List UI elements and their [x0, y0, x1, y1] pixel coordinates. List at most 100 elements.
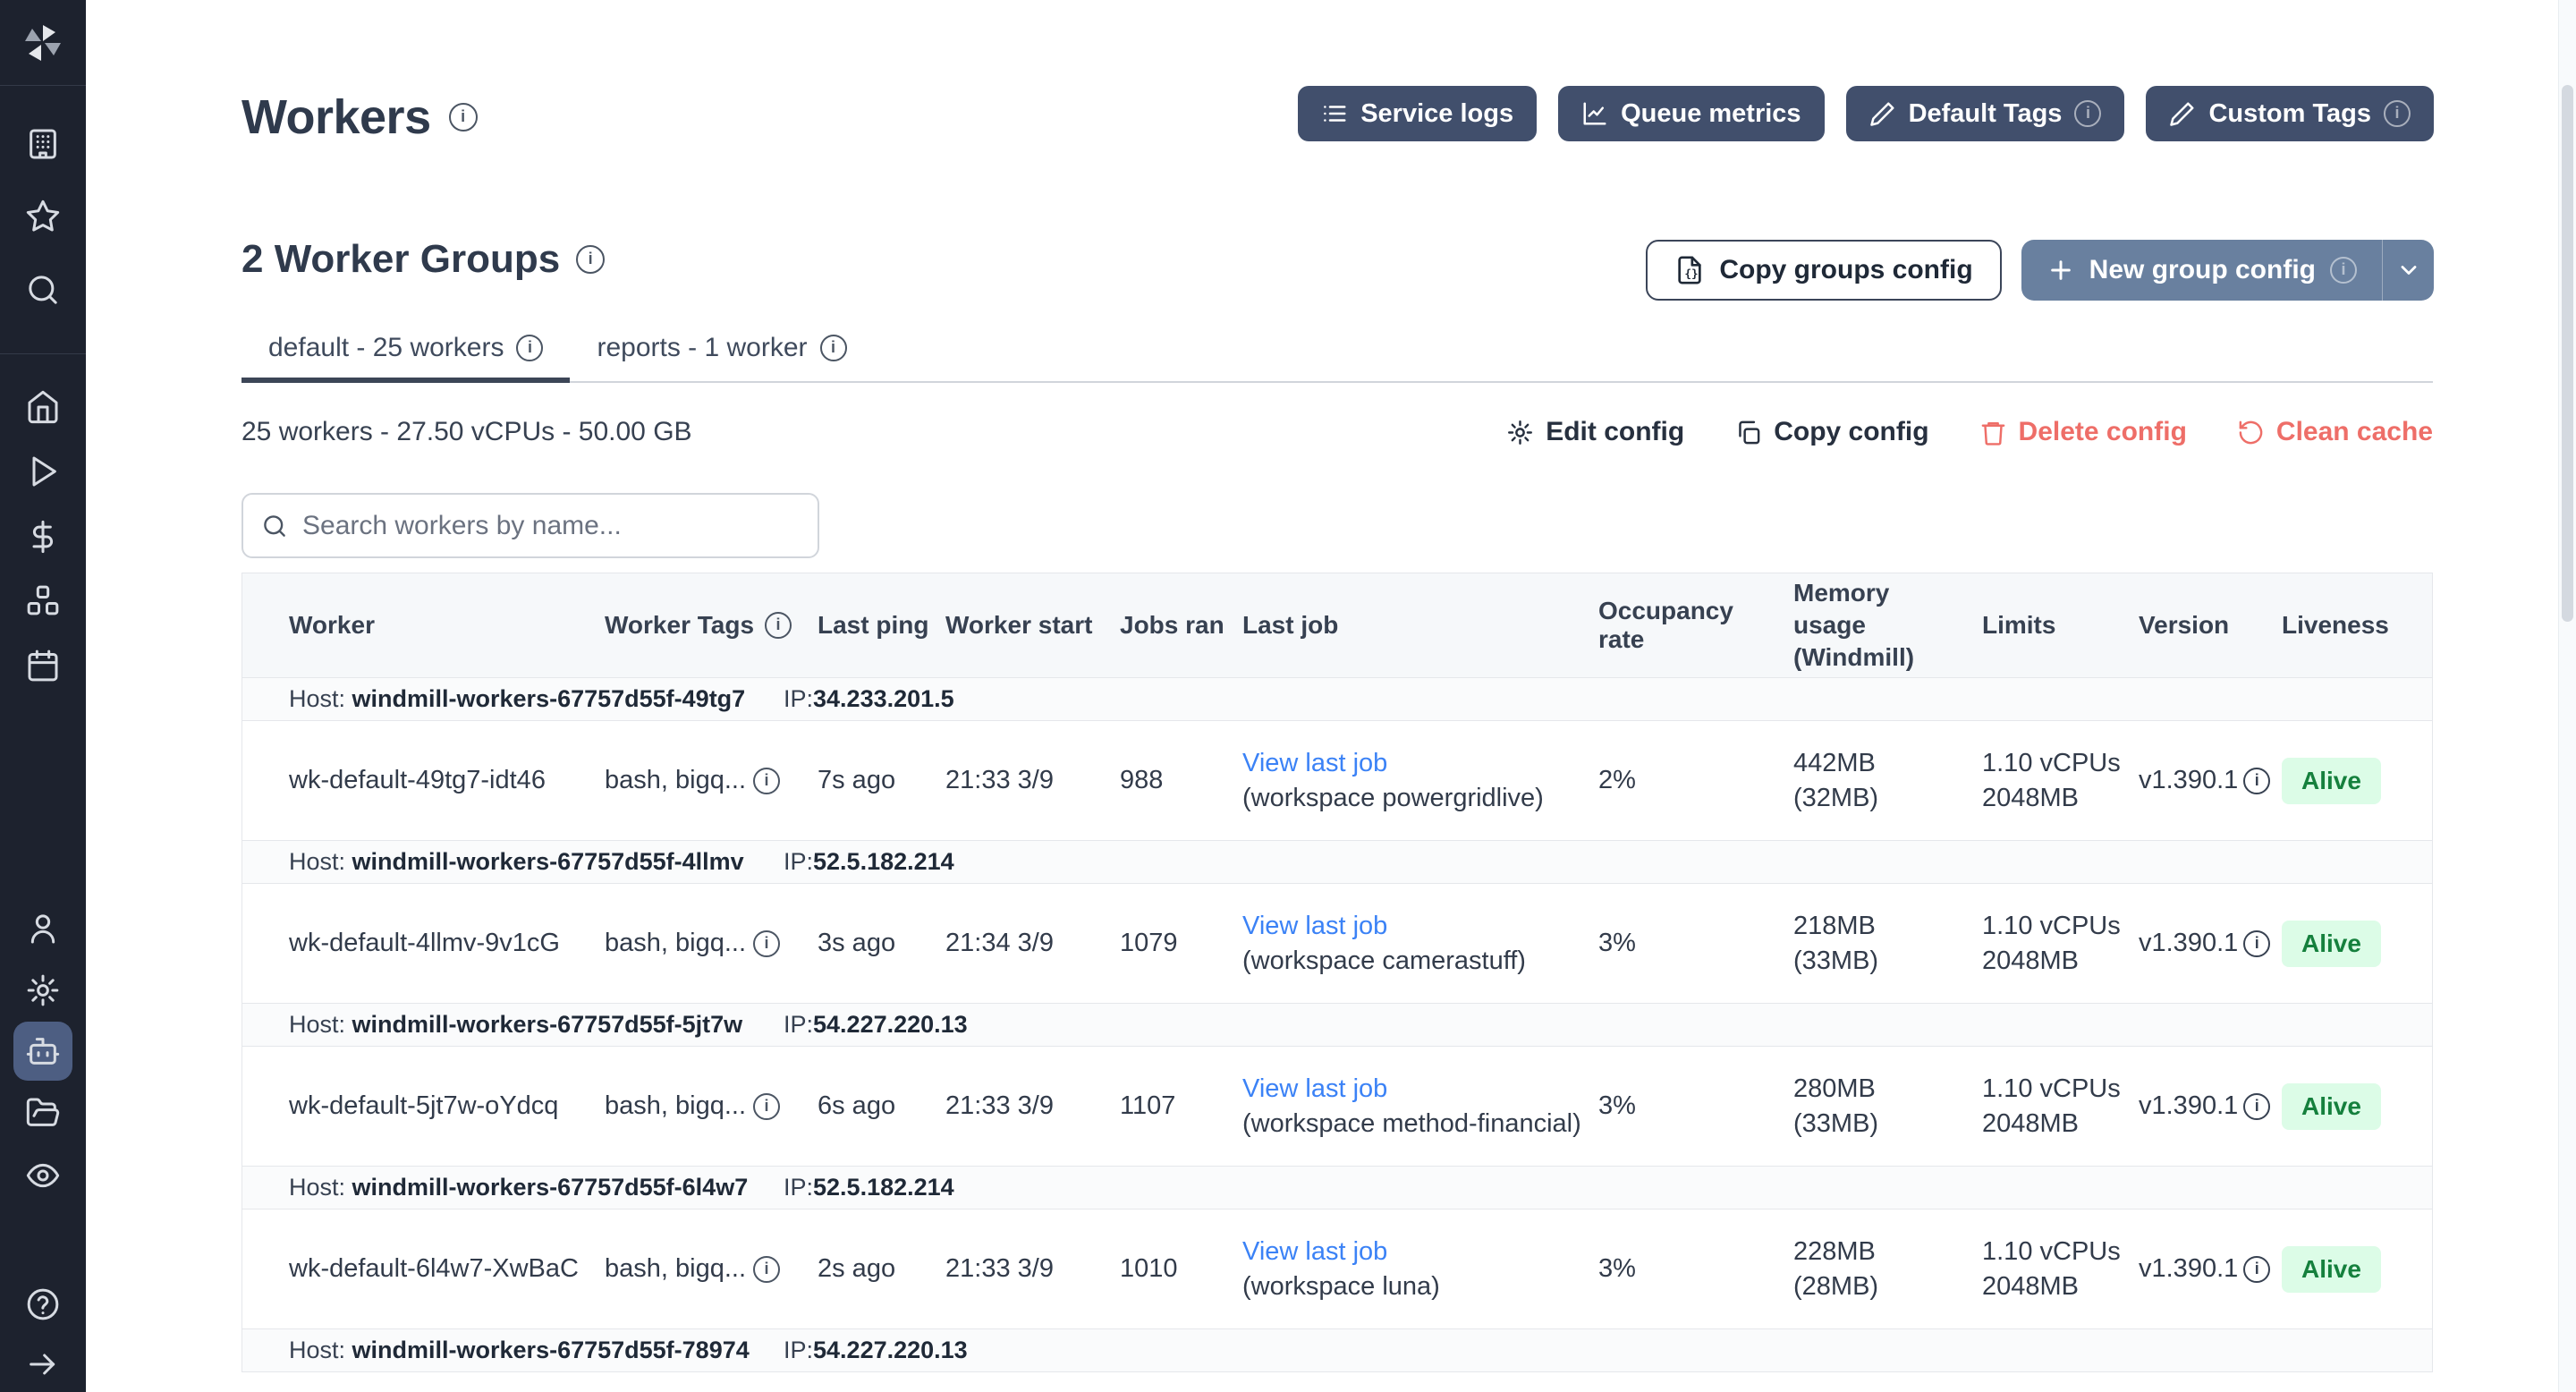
windmill-logo-icon[interactable] [21, 21, 64, 64]
view-last-job-link[interactable]: View last job [1242, 909, 1387, 944]
folders-folder-icon[interactable] [25, 1095, 61, 1131]
col-worker: Worker [242, 573, 591, 677]
ip-value: 52.5.182.214 [813, 1174, 954, 1201]
view-last-job-link[interactable]: View last job [1242, 1235, 1387, 1269]
workspace-building-icon[interactable] [25, 126, 61, 162]
tab-reports[interactable]: reports - 1 worker [570, 333, 873, 381]
pen-icon [1869, 100, 1896, 127]
runs-play-icon[interactable] [25, 454, 61, 489]
settings-gear-icon[interactable] [25, 972, 61, 1008]
header-buttons: Service logs Queue metrics Default Tags … [1298, 86, 2434, 141]
page-title: Workers [242, 89, 478, 145]
info-icon[interactable] [576, 245, 605, 274]
last-ping: 7s ago [801, 721, 931, 840]
button-label: Service logs [1360, 99, 1513, 129]
info-icon[interactable] [765, 612, 792, 639]
billing-dollar-icon[interactable] [25, 519, 61, 555]
ip-value: 54.227.220.13 [813, 1011, 968, 1038]
info-icon[interactable] [753, 930, 780, 957]
info-icon[interactable] [820, 335, 847, 361]
memory-windmill: (33MB) [1793, 1107, 1878, 1142]
limits-memory: 2048MB [1982, 944, 2079, 979]
action-label: Delete config [2019, 417, 2187, 447]
refresh-icon [2237, 419, 2265, 446]
liveness: Alive [2264, 1047, 2434, 1166]
new-group-config-button[interactable]: New group config [2021, 240, 2434, 301]
occupancy-rate: 2% [1584, 721, 1781, 840]
ip-label: IP: [784, 685, 813, 712]
col-jobs-ran: Jobs ran [1106, 573, 1231, 677]
last-job-workspace: (workspace camerastuff) [1242, 944, 1526, 979]
table-body: Host: windmill-workers-67757d55f-49tg7IP… [242, 678, 2432, 1372]
trash-icon [1979, 419, 2007, 446]
memory-usage: 280MB(33MB) [1781, 1047, 1969, 1166]
worker-group-tabs: default - 25 workers reports - 1 worker [242, 333, 2433, 383]
default-tags-button[interactable]: Default Tags [1846, 86, 2125, 141]
memory-total: 218MB [1793, 909, 1876, 944]
info-icon[interactable] [449, 103, 478, 132]
info-icon[interactable] [2074, 100, 2101, 127]
service-logs-button[interactable]: Service logs [1298, 86, 1537, 141]
info-icon[interactable] [516, 335, 543, 361]
host-row: Host: windmill-workers-67757d55f-5jt7wIP… [242, 1004, 2432, 1047]
copy-groups-config-button[interactable]: {} Copy groups config [1646, 240, 2001, 301]
memory-total: 280MB [1793, 1072, 1876, 1107]
chevron-down-icon [2396, 258, 2421, 283]
delete-config-button[interactable]: Delete config [1979, 417, 2187, 447]
col-liveness: Liveness [2264, 573, 2434, 677]
scrollbar-track[interactable] [2558, 0, 2576, 1392]
info-icon[interactable] [2330, 257, 2357, 284]
users-user-icon[interactable] [25, 911, 61, 946]
limits-cpu: 1.10 vCPUs [1982, 746, 2121, 781]
view-last-job-link[interactable]: View last job [1242, 1072, 1387, 1107]
group-config-row: 25 workers - 27.50 vCPUs - 50.00 GB Edit… [242, 417, 2433, 447]
sidebar-item-workers[interactable] [13, 1022, 72, 1081]
queue-metrics-button[interactable]: Queue metrics [1558, 86, 1824, 141]
host-label: Host: [289, 1337, 352, 1363]
host-row: Host: windmill-workers-67757d55f-49tg7IP… [242, 678, 2432, 721]
host-ip: IP:54.227.220.13 [784, 1011, 968, 1039]
tab-default[interactable]: default - 25 workers [242, 333, 570, 381]
schedules-calendar-icon[interactable] [25, 648, 61, 683]
collapse-arrow-icon[interactable] [25, 1346, 61, 1382]
worker-groups-title-text: 2 Worker Groups [242, 237, 560, 282]
memory-windmill: (28MB) [1793, 1269, 1878, 1304]
scrollbar-thumb[interactable] [2562, 85, 2573, 622]
new-group-config-dropdown[interactable] [2382, 240, 2434, 301]
clean-cache-button[interactable]: Clean cache [2237, 417, 2433, 447]
search-icon[interactable] [25, 272, 61, 308]
home-icon[interactable] [25, 389, 61, 425]
edit-config-button[interactable]: Edit config [1506, 417, 1684, 447]
ip-value: 34.233.201.5 [813, 685, 954, 712]
copy-config-button[interactable]: Copy config [1734, 417, 1928, 447]
host-label: Host: [289, 685, 352, 712]
liveness-badge: Alive [2282, 921, 2381, 967]
worker-tags: bash, bigq... [591, 1210, 801, 1328]
host-value: windmill-workers-67757d55f-5jt7w [352, 1011, 743, 1038]
host-value: windmill-workers-67757d55f-6l4w7 [352, 1174, 749, 1201]
resources-boxes-icon[interactable] [25, 583, 61, 619]
host-label: Host: [289, 1174, 352, 1201]
help-icon[interactable] [25, 1286, 61, 1322]
limits-memory: 2048MB [1982, 1107, 2079, 1142]
last-ping: 3s ago [801, 884, 931, 1003]
info-icon[interactable] [753, 1256, 780, 1283]
custom-tags-button[interactable]: Custom Tags [2146, 86, 2434, 141]
jobs-ran: 1107 [1106, 1047, 1231, 1166]
ip-label: IP: [784, 1337, 813, 1363]
search-input[interactable] [302, 511, 800, 541]
info-icon[interactable] [753, 1093, 780, 1120]
worker-tags-text: bash, bigq... [605, 1254, 746, 1284]
info-icon[interactable] [753, 768, 780, 794]
copy-icon [1734, 419, 1762, 446]
favorites-star-icon[interactable] [25, 199, 61, 234]
info-icon[interactable] [2384, 100, 2411, 127]
view-last-job-link[interactable]: View last job [1242, 746, 1387, 781]
audit-eye-icon[interactable] [25, 1158, 61, 1193]
jobs-ran: 1079 [1106, 884, 1231, 1003]
last-job: View last job(workspace method-financial… [1231, 1047, 1584, 1166]
list-icon [1321, 100, 1348, 127]
version-text: v1.390.1 [2139, 1254, 2238, 1284]
ip-label: IP: [784, 1174, 813, 1201]
line-chart-icon [1581, 100, 1608, 127]
